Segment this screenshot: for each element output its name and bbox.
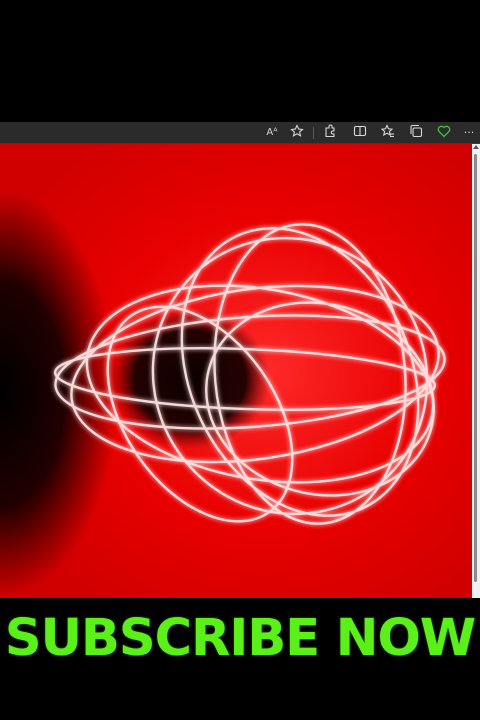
subscribe-now-caption: SUBSCRIBE NOW: [4, 609, 476, 668]
favorites-icon[interactable]: [380, 124, 396, 142]
favorite-star-icon[interactable]: [289, 124, 305, 142]
collections-icon[interactable]: [408, 124, 424, 142]
browser-essentials-icon[interactable]: [436, 124, 452, 142]
browser-content: [0, 144, 480, 598]
read-aloud-icon[interactable]: Aᴬ: [264, 124, 280, 142]
scroll-thumb[interactable]: [474, 154, 477, 582]
browser-toolbar: Aᴬ ···: [0, 122, 480, 144]
split-screen-icon[interactable]: [352, 124, 368, 142]
top-letterbox: [0, 0, 480, 122]
toolbar-divider: [313, 127, 314, 139]
glowing-sphere-artwork: [0, 144, 472, 598]
scroll-up-arrow-icon[interactable]: [473, 145, 479, 149]
extensions-icon[interactable]: [322, 124, 338, 142]
more-menu-icon[interactable]: ···: [461, 124, 477, 142]
vertical-scrollbar[interactable]: [472, 144, 480, 598]
